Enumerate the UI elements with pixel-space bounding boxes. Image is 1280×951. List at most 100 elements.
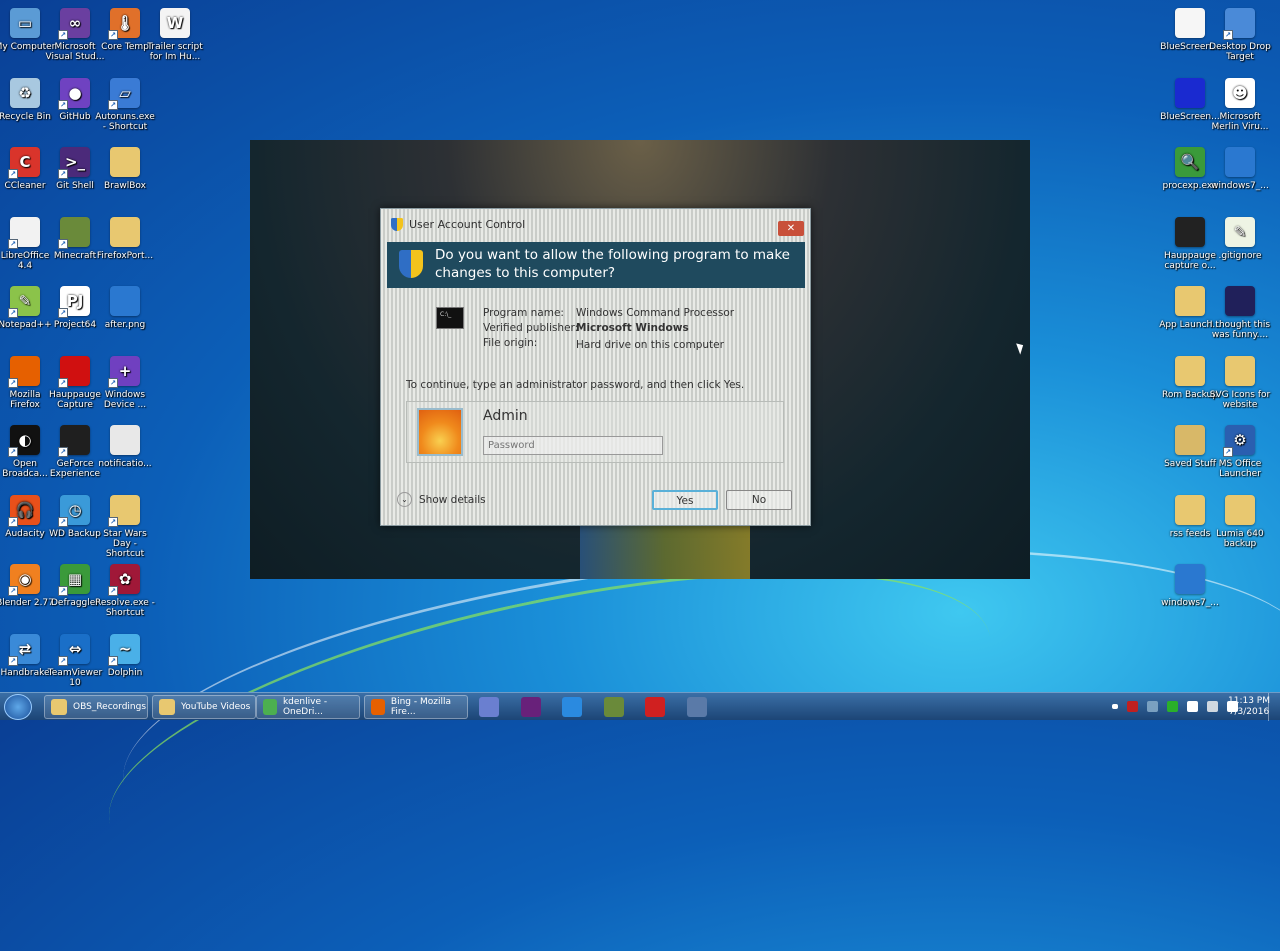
taskbar-button[interactable]: Bing - Mozilla Fire... <box>364 695 468 719</box>
app-icon[interactable] <box>686 697 707 717</box>
show-desktop-button[interactable] <box>1268 693 1280 721</box>
text-file-icon-glyph: ✎ <box>1233 222 1247 241</box>
desktop-icon[interactable]: ✿ ↗ Resolve.exe - Shortcut <box>94 564 156 618</box>
merlin-icon: ☻ <box>1225 77 1255 108</box>
desktop-icon[interactable]: ☻ Microsoft Merlin Viru... <box>1209 77 1271 132</box>
show-details-toggle[interactable]: ⌄ Show details <box>397 492 486 507</box>
no-button[interactable]: No <box>726 490 792 510</box>
desktop-icon[interactable]: ▱ ↗ Autoruns.exe - Shortcut <box>94 77 156 132</box>
visual-studio-code-icon[interactable] <box>520 697 541 717</box>
process-explorer-icon-glyph: 🔍 <box>1180 153 1200 171</box>
resolve-icon-glyph: ✿ <box>118 570 132 588</box>
shortcut-arrow-icon: ↗ <box>108 586 118 596</box>
desktop-icon-label: Trailer script for Im Hu... <box>147 42 203 62</box>
dolphin-icon: ~ ↗ <box>108 633 140 666</box>
audacity-icon-glyph: 🎧 <box>15 500 35 519</box>
internet-explorer-icon[interactable] <box>562 697 582 717</box>
folder-icon <box>1175 355 1205 386</box>
folder-icon <box>1225 355 1255 386</box>
user-avatar <box>417 408 463 456</box>
folder-icon <box>51 699 67 715</box>
minecraft-icon[interactable] <box>603 697 624 717</box>
shield-icon <box>391 218 403 231</box>
taskbar-button[interactable]: YouTube Videos <box>152 695 256 719</box>
chevron-down-icon: ⌄ <box>397 492 412 507</box>
notepad-plus-icon-glyph: ✎ <box>18 292 32 310</box>
shortcut-arrow-icon: ↗ <box>58 516 68 527</box>
shortcut-arrow-icon: ↗ <box>8 377 18 388</box>
folder-icon <box>1225 494 1255 525</box>
start-button[interactable] <box>4 694 32 720</box>
visual-studio-icon-glyph: ∞ <box>68 14 82 32</box>
shortcut-arrow-icon: ↗ <box>58 30 68 40</box>
desktop-icon[interactable]: Lumia 640 backup <box>1209 494 1271 549</box>
desktop-icon-label: FirefoxPort... <box>96 250 154 261</box>
blender-icon: ◉ ↗ <box>8 564 40 596</box>
desktop-icon[interactable]: BrawlBox <box>94 147 156 191</box>
shortcut-arrow-icon: ↗ <box>8 169 18 179</box>
desktop-icon-label: Dolphin <box>107 667 143 678</box>
desktop-icon[interactable]: windows7_... <box>1159 564 1221 608</box>
desktop-icon[interactable]: SVG Icons for website <box>1209 355 1271 410</box>
show-hidden-icons-icon[interactable] <box>1112 704 1118 709</box>
question-banner: Do you want to allow the following progr… <box>387 242 805 288</box>
shortcut-arrow-icon: ↗ <box>58 586 68 596</box>
desktop-icon[interactable]: FirefoxPort... <box>94 216 156 261</box>
terminal-icon: >_ ↗ <box>58 147 90 179</box>
shortcut-arrow-icon: ↗ <box>8 586 18 596</box>
taskbar-button[interactable]: kdenlive - OneDri... <box>256 695 360 719</box>
project64-icon[interactable] <box>645 697 665 717</box>
taskbar-button-label: YouTube Videos <box>181 702 251 712</box>
folder-icon <box>110 216 140 247</box>
app-tray-icon[interactable] <box>1147 701 1158 712</box>
app-tray-icon[interactable] <box>1167 701 1178 712</box>
computer-icon-glyph: ▭ <box>17 14 33 32</box>
visual-studio-icon: ∞ ↗ <box>58 8 90 40</box>
obs-icon-glyph: ◐ <box>18 431 32 449</box>
action-center-flag-icon[interactable] <box>1187 701 1198 712</box>
desktop-icon[interactable]: ✎ .gitignore <box>1209 216 1271 261</box>
wd-backup-icon: ◷ ↗ <box>58 494 90 527</box>
desktop-icon[interactable]: + ↗ Windows Device ... <box>94 355 156 410</box>
audacity-icon: 🎧 ↗ <box>8 494 40 527</box>
shortcut-arrow-icon: ↗ <box>8 516 18 527</box>
shortcut-arrow-icon: ↗ <box>58 308 68 318</box>
handbrake-icon: ⇄ ↗ <box>8 633 40 666</box>
shortcut-arrow-icon: ↗ <box>108 655 118 666</box>
app-tray-icon[interactable] <box>1127 701 1138 712</box>
desktop-icon-label: Star Wars Day - Shortcut <box>103 528 147 559</box>
desktop-icon[interactable]: ⚙ ↗ MS Office Launcher <box>1209 425 1271 479</box>
password-input[interactable] <box>483 436 663 455</box>
desktop-icon[interactable]: I thought this was funny.... <box>1209 286 1271 340</box>
visual-studio-icon[interactable] <box>479 697 499 717</box>
clock[interactable]: 11:13 PM 7/3/2016 <box>1228 696 1270 718</box>
dialog-title: User Account Control <box>409 218 526 231</box>
word-document-icon-glyph: W <box>166 14 184 32</box>
desktop-icon[interactable]: after.png <box>94 286 156 330</box>
desktop-icon[interactable]: notificatio... <box>94 425 156 469</box>
question-text: Do you want to allow the following progr… <box>435 247 790 281</box>
ms-office-launcher-icon: ⚙ ↗ <box>1223 425 1255 457</box>
close-button[interactable]: ✕ <box>778 221 804 236</box>
text-file-icon: ✎ <box>1225 216 1255 247</box>
yes-button[interactable]: Yes <box>652 490 718 510</box>
clock-time: 11:13 PM <box>1228 696 1270 706</box>
instruction-text: To continue, type an administrator passw… <box>406 379 745 391</box>
desktop-icon-label: windows7_... <box>1211 181 1269 191</box>
desktop-icon[interactable]: windows7_... <box>1209 147 1271 191</box>
shortcut-arrow-icon: ↗ <box>58 377 68 388</box>
minecraft-icon: ↗ <box>58 216 90 249</box>
desktop-icon-label: after.png <box>104 320 146 330</box>
desktop-icon[interactable]: ↗ Star Wars Day - Shortcut <box>94 494 156 559</box>
desktop-icon[interactable]: ↗ Desktop Drop Target <box>1209 8 1271 62</box>
autoruns-icon-glyph: ▱ <box>119 83 131 102</box>
desktop-icon[interactable]: ~ ↗ Dolphin <box>94 633 156 678</box>
image-file-icon <box>110 286 140 316</box>
desktop-icon-label: Resolve.exe - Shortcut <box>95 598 155 618</box>
project64-icon: PJ ↗ <box>58 286 90 318</box>
taskbar: OBS_Recordings YouTube Videos kdenlive - O… <box>0 692 1280 721</box>
origin-value: Hard drive on this computer <box>576 339 724 351</box>
desktop-icon[interactable]: W Trailer script for Im Hu... <box>144 8 206 62</box>
network-icon[interactable] <box>1207 701 1218 712</box>
taskbar-button[interactable]: OBS_Recordings <box>44 695 148 719</box>
